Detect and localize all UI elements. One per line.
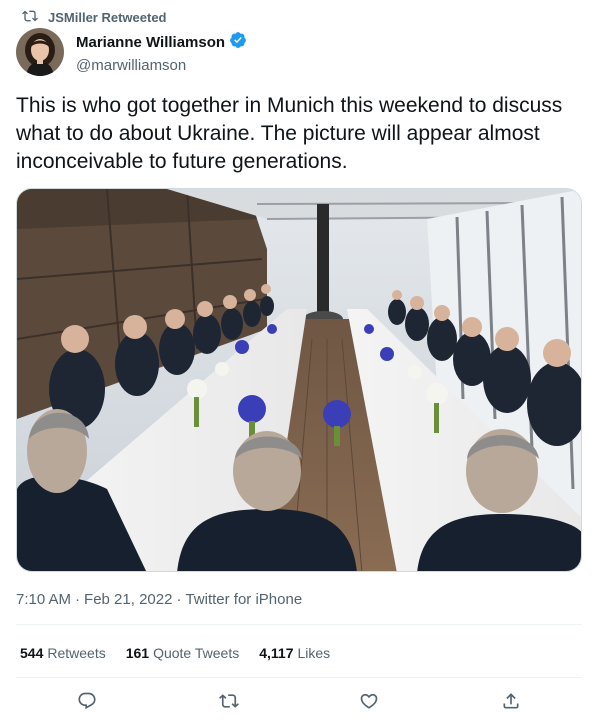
tweet-time[interactable]: 7:10 AM bbox=[16, 591, 71, 608]
quote-tweets-stat[interactable]: 161 Quote Tweets bbox=[126, 645, 240, 661]
meta-separator: · bbox=[176, 591, 182, 608]
handle[interactable]: @marwilliamson bbox=[76, 57, 247, 74]
tweet-date[interactable]: Feb 21, 2022 bbox=[84, 591, 172, 608]
divider bbox=[16, 677, 582, 678]
retweet-icon bbox=[22, 8, 38, 27]
retweet-context-label: JSMiller Retweeted bbox=[48, 9, 167, 25]
verified-badge-icon bbox=[229, 31, 247, 54]
reply-icon bbox=[77, 691, 97, 716]
tweet-author[interactable]: Marianne Williamson @marwilliamson bbox=[16, 28, 247, 76]
reply-button[interactable] bbox=[74, 690, 100, 716]
retweet-button[interactable] bbox=[216, 690, 242, 716]
retweets-stat[interactable]: 544 Retweets bbox=[20, 645, 106, 661]
meta-separator: · bbox=[75, 591, 81, 608]
tweet-meta: 7:10 AM · Feb 21, 2022 · Twitter for iPh… bbox=[16, 591, 302, 608]
share-button[interactable] bbox=[498, 690, 524, 716]
tweet-actions bbox=[0, 690, 598, 716]
tweet-text: This is who got together in Munich this … bbox=[16, 94, 563, 173]
share-icon bbox=[501, 691, 521, 716]
avatar[interactable] bbox=[16, 28, 64, 76]
retweet-icon bbox=[219, 691, 239, 716]
heart-icon bbox=[359, 691, 379, 716]
like-button[interactable] bbox=[356, 690, 382, 716]
divider bbox=[16, 624, 582, 625]
tweet-source[interactable]: Twitter for iPhone bbox=[185, 591, 302, 608]
likes-stat[interactable]: 4,117 Likes bbox=[259, 645, 330, 661]
tweet-photo[interactable] bbox=[16, 188, 582, 572]
retweet-context[interactable]: JSMiller Retweeted bbox=[22, 8, 167, 26]
tweet-stats: 544 Retweets 161 Quote Tweets 4,117 Likes bbox=[20, 645, 330, 661]
display-name[interactable]: Marianne Williamson bbox=[76, 34, 225, 51]
